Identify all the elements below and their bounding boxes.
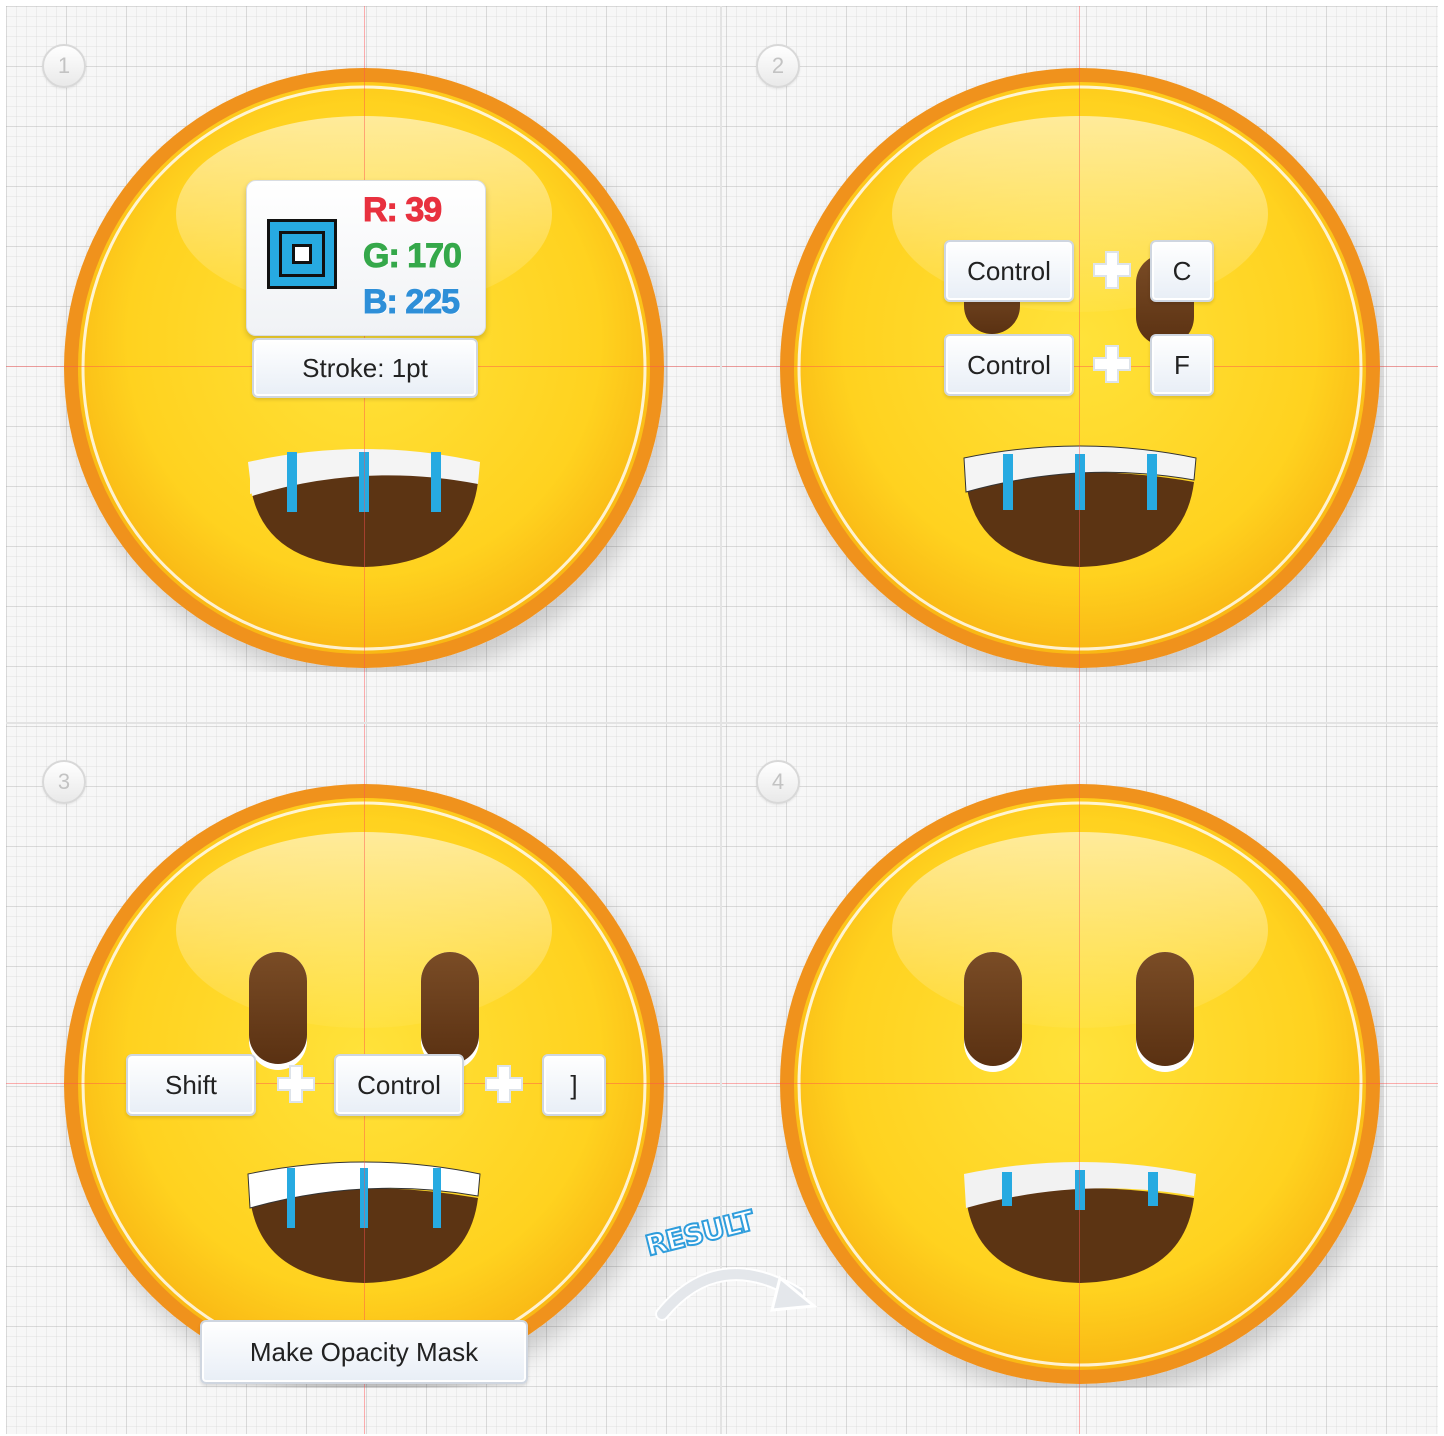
key-shift: Shift xyxy=(126,1054,256,1116)
plus-icon xyxy=(485,1065,523,1103)
plus-icon xyxy=(277,1065,315,1103)
color-info-card: R: 39 G: 170 B: 225 xyxy=(246,180,486,336)
green-value: G: 170 xyxy=(363,237,463,276)
guide-line xyxy=(722,366,1438,367)
stroke-weight-label: Stroke: 1pt xyxy=(252,338,478,398)
key-c: C xyxy=(1150,240,1214,302)
make-opacity-mask-command: Make Opacity Mask xyxy=(200,1320,528,1384)
step-number-badge: 3 xyxy=(42,760,86,804)
smiley-face-step-2 xyxy=(776,64,1384,672)
step-number-badge: 2 xyxy=(756,44,800,88)
panel-divider xyxy=(6,722,1438,724)
red-value: R: 39 xyxy=(362,191,442,230)
smiley-face-result xyxy=(776,780,1384,1388)
plus-icon xyxy=(1093,345,1131,383)
guide-line xyxy=(722,1083,1438,1084)
step-number-badge: 1 xyxy=(42,44,86,88)
plus-icon xyxy=(1093,251,1131,289)
blue-value: B: 225 xyxy=(362,283,460,322)
step-number-badge: 4 xyxy=(756,760,800,804)
guide-line xyxy=(1079,724,1080,1434)
key-f: F xyxy=(1150,334,1214,396)
stroke-swatch-icon xyxy=(267,219,337,289)
key-control: Control xyxy=(334,1054,464,1116)
key-control: Control xyxy=(944,334,1074,396)
key-right-bracket: ] xyxy=(542,1054,606,1116)
guide-line xyxy=(1079,6,1080,722)
key-control: Control xyxy=(944,240,1074,302)
